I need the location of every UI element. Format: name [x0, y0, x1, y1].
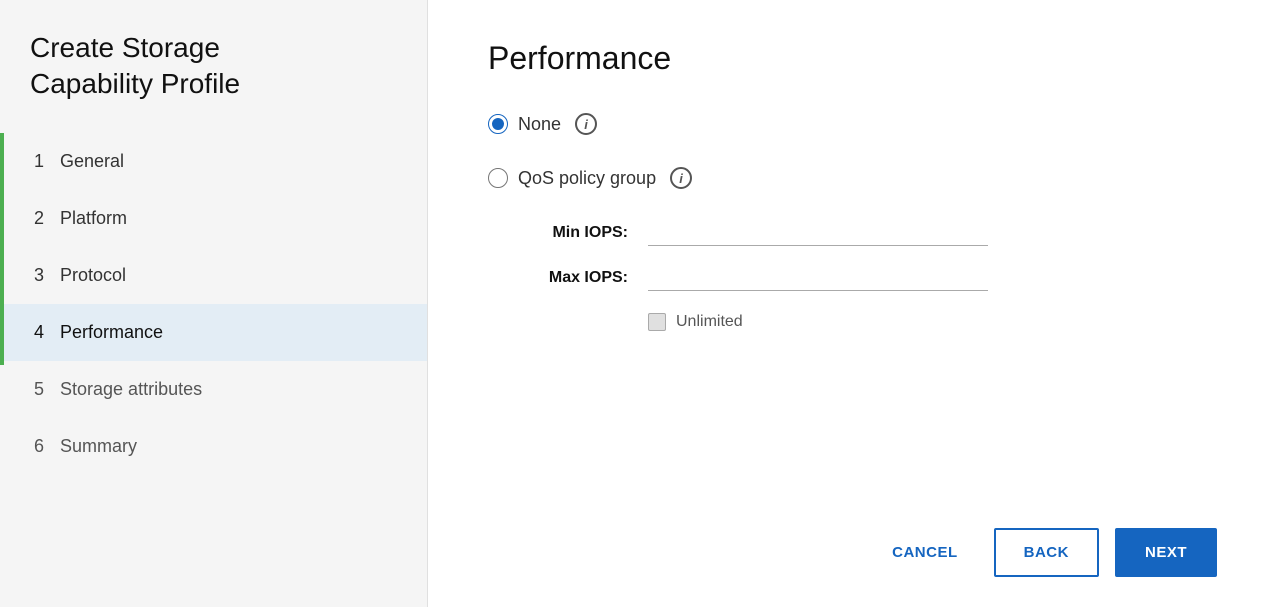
nav-step-1[interactable]: 1 General [0, 133, 427, 190]
back-button[interactable]: BACK [994, 528, 1099, 577]
unlimited-checkbox[interactable] [648, 313, 666, 331]
step-6-num: 6 [34, 436, 44, 457]
step-2-label: Platform [60, 208, 127, 229]
sidebar: Create StorageCapability Profile 1 Gener… [0, 0, 428, 607]
nav-steps: 1 General 2 Platform 3 Protocol 4 Perfor… [0, 133, 427, 475]
max-iops-row: Max IOPS: [518, 264, 1217, 291]
step-4-num: 4 [34, 322, 44, 343]
step-2-num: 2 [34, 208, 44, 229]
step-6-label: Summary [60, 436, 137, 457]
step-1-num: 1 [34, 151, 44, 172]
nav-step-5[interactable]: 5 Storage attributes [0, 361, 427, 418]
unlimited-label: Unlimited [676, 313, 743, 331]
nav-step-3[interactable]: 3 Protocol [0, 247, 427, 304]
radio-none-row: None i [488, 107, 1217, 141]
performance-form: None i QoS policy group i Min IOPS: Max … [488, 107, 1217, 508]
min-iops-row: Min IOPS: [518, 219, 1217, 246]
radio-qos-label[interactable]: QoS policy group [518, 168, 656, 189]
radio-qos[interactable] [488, 168, 508, 188]
radio-qos-row: QoS policy group i [488, 161, 1217, 195]
min-iops-label: Min IOPS: [518, 224, 628, 242]
step-5-num: 5 [34, 379, 44, 400]
footer-buttons: CANCEL BACK NEXT [488, 508, 1217, 577]
qos-info-icon[interactable]: i [670, 167, 692, 189]
iops-section: Min IOPS: Max IOPS: Unlimited [488, 219, 1217, 331]
min-iops-input[interactable] [648, 219, 988, 246]
step-3-num: 3 [34, 265, 44, 286]
radio-none[interactable] [488, 114, 508, 134]
step-5-label: Storage attributes [60, 379, 202, 400]
max-iops-label: Max IOPS: [518, 269, 628, 287]
step-4-label: Performance [60, 322, 163, 343]
main-content: Performance None i QoS policy group i Mi… [428, 0, 1277, 607]
step-1-label: General [60, 151, 124, 172]
step-3-label: Protocol [60, 265, 126, 286]
cancel-button[interactable]: CANCEL [872, 530, 978, 575]
next-button[interactable]: NEXT [1115, 528, 1217, 577]
page-title: Performance [488, 40, 1217, 77]
nav-step-4[interactable]: 4 Performance [0, 304, 427, 361]
nav-step-2[interactable]: 2 Platform [0, 190, 427, 247]
radio-none-label[interactable]: None [518, 114, 561, 135]
sidebar-title: Create StorageCapability Profile [0, 30, 427, 133]
unlimited-row: Unlimited [518, 313, 1217, 331]
nav-step-6[interactable]: 6 Summary [0, 418, 427, 475]
none-info-icon[interactable]: i [575, 113, 597, 135]
max-iops-input[interactable] [648, 264, 988, 291]
